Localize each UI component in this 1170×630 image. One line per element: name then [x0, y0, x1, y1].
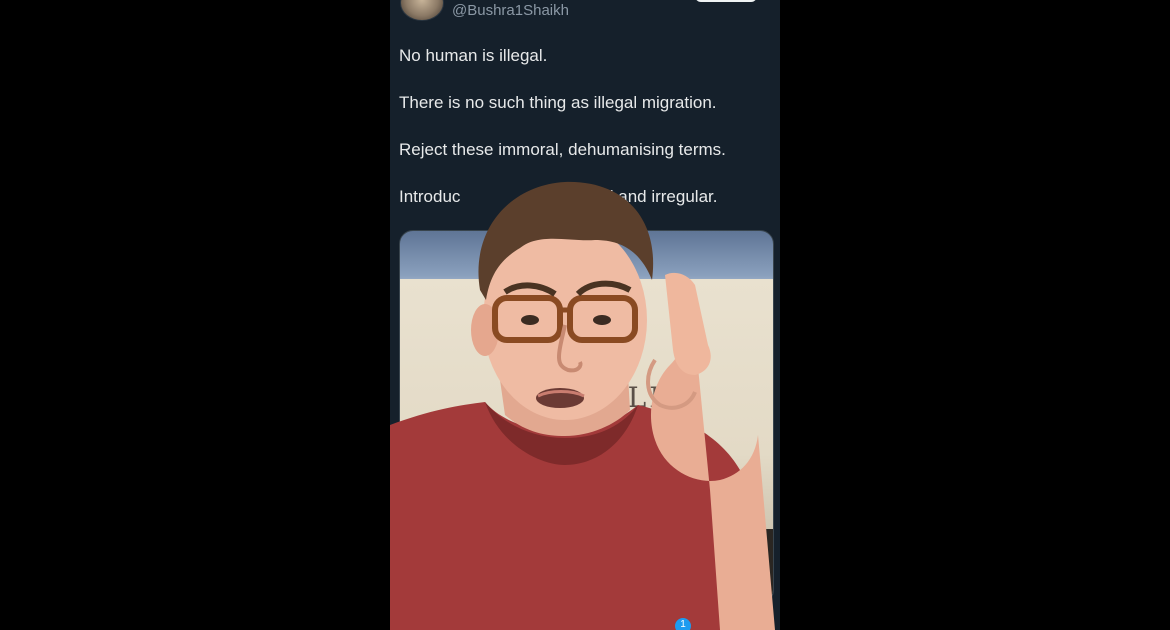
- tweet-author-row: @Bushra1Shaikh: [400, 0, 569, 21]
- follow-button[interactable]: [695, 0, 757, 2]
- presenter-overlay: [390, 170, 780, 630]
- presenter-figure: [390, 181, 775, 630]
- tweet-line-3: Reject these immoral, dehumanising terms…: [399, 140, 726, 159]
- tweet-line-1: No human is illegal.: [399, 46, 548, 65]
- notification-badge[interactable]: 1: [675, 618, 691, 630]
- author-handle[interactable]: @Bushra1Shaikh: [452, 2, 569, 19]
- tweet-line-2: There is no such thing as illegal migrat…: [399, 93, 717, 112]
- video-frame: @Bushra1Shaikh No human is illegal. Ther…: [0, 0, 1170, 630]
- tweet-screenshot: @Bushra1Shaikh No human is illegal. Ther…: [390, 0, 780, 630]
- author-avatar[interactable]: [400, 0, 444, 21]
